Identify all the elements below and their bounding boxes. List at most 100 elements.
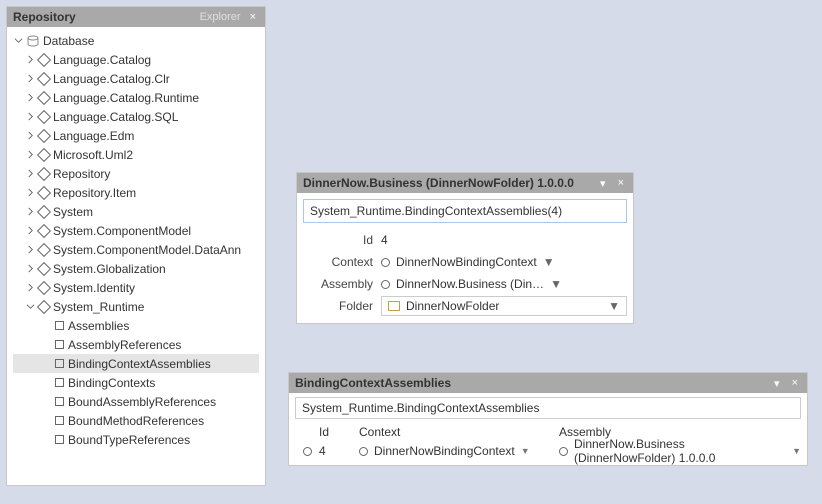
chevron-right-icon[interactable] bbox=[25, 283, 35, 292]
assembly-dropdown[interactable]: DinnerNow.Business (Din… ▼ bbox=[381, 277, 627, 291]
tree-node-label: System.Identity bbox=[53, 281, 135, 295]
list-row[interactable]: 4 DinnerNowBindingContext▼ DinnerNow.Bus… bbox=[295, 441, 801, 461]
id-value: 4 bbox=[381, 233, 388, 247]
database-icon bbox=[27, 35, 39, 47]
detail-header: DinnerNow.Business (DinnerNowFolder) 1.0… bbox=[297, 173, 633, 193]
square-icon bbox=[55, 359, 64, 368]
tree-node-label: Language.Catalog.SQL bbox=[53, 110, 178, 124]
tree-node-label: Language.Catalog.Clr bbox=[53, 72, 170, 86]
tree-child[interactable]: BoundMethodReferences bbox=[13, 411, 259, 430]
square-icon bbox=[55, 340, 64, 349]
tree-node[interactable]: Language.Catalog.SQL bbox=[13, 107, 259, 126]
field-id: Id 4 bbox=[303, 229, 627, 251]
tree-child-label: BindingContexts bbox=[68, 376, 155, 390]
chevron-right-icon[interactable] bbox=[25, 226, 35, 235]
chevron-down-icon[interactable] bbox=[13, 36, 23, 45]
context-label: Context bbox=[303, 255, 373, 269]
diamond-icon bbox=[37, 299, 51, 313]
chevron-right-icon[interactable] bbox=[25, 55, 35, 64]
diamond-icon bbox=[37, 166, 51, 180]
chevron-right-icon[interactable] bbox=[25, 169, 35, 178]
row-assembly: DinnerNow.Business (DinnerNowFolder) 1.0… bbox=[574, 437, 786, 465]
circle-icon bbox=[381, 280, 390, 289]
tree-node-label: Language.Edm bbox=[53, 129, 134, 143]
assembly-value: DinnerNow.Business (Din… bbox=[396, 277, 544, 291]
folder-value: DinnerNowFolder bbox=[406, 299, 602, 313]
repository-aux: Explorer bbox=[200, 11, 241, 23]
tree-node-expanded[interactable]: System_Runtime bbox=[13, 297, 259, 316]
row-context: DinnerNowBindingContext bbox=[374, 444, 515, 458]
repository-panel: Repository Explorer × Database Language.… bbox=[6, 6, 266, 486]
context-dropdown[interactable]: DinnerNowBindingContext ▼ bbox=[381, 255, 627, 269]
square-icon bbox=[55, 321, 64, 330]
chevron-right-icon[interactable] bbox=[25, 264, 35, 273]
diamond-icon bbox=[37, 147, 51, 161]
close-icon[interactable]: × bbox=[247, 11, 259, 23]
tree-child[interactable]: AssemblyReferences bbox=[13, 335, 259, 354]
tree-root-label: Database bbox=[43, 34, 94, 48]
tree-node[interactable]: Language.Catalog.Runtime bbox=[13, 88, 259, 107]
chevron-down-icon[interactable] bbox=[25, 302, 35, 311]
tree-node[interactable]: Language.Edm bbox=[13, 126, 259, 145]
chevron-right-icon[interactable] bbox=[25, 74, 35, 83]
repository-header: Repository Explorer × bbox=[7, 7, 265, 27]
tree-node[interactable]: System.ComponentModel.DataAnn bbox=[13, 240, 259, 259]
chevron-down-icon: ▼ bbox=[521, 446, 530, 456]
square-icon bbox=[55, 397, 64, 406]
tree-node[interactable]: System.ComponentModel bbox=[13, 221, 259, 240]
folder-label: Folder bbox=[303, 299, 373, 313]
tree-node[interactable]: System bbox=[13, 202, 259, 221]
tree-child[interactable]: BindingContextAssemblies bbox=[13, 354, 259, 373]
chevron-right-icon[interactable] bbox=[25, 131, 35, 140]
tree-node[interactable]: Language.Catalog bbox=[13, 50, 259, 69]
diamond-icon bbox=[37, 52, 51, 66]
tree-node-label: Microsoft.Uml2 bbox=[53, 148, 133, 162]
tree-node-label: System.ComponentModel bbox=[53, 224, 191, 238]
tree-child-label: BindingContextAssemblies bbox=[68, 357, 211, 371]
chevron-right-icon[interactable] bbox=[25, 245, 35, 254]
tree-node[interactable]: Repository bbox=[13, 164, 259, 183]
tree-node[interactable]: System.Globalization bbox=[13, 259, 259, 278]
tree-node-label: Language.Catalog bbox=[53, 53, 151, 67]
tree-child[interactable]: BoundTypeReferences bbox=[13, 430, 259, 449]
field-context: Context DinnerNowBindingContext ▼ bbox=[303, 251, 627, 273]
tree-node[interactable]: Microsoft.Uml2 bbox=[13, 145, 259, 164]
tree-node[interactable]: Repository.Item bbox=[13, 183, 259, 202]
chevron-right-icon[interactable] bbox=[25, 93, 35, 102]
tree-node[interactable]: System.Identity bbox=[13, 278, 259, 297]
tree-child[interactable]: BindingContexts bbox=[13, 373, 259, 392]
col-id: Id bbox=[319, 425, 359, 439]
list-title: BindingContextAssemblies bbox=[295, 376, 765, 390]
pin-icon[interactable]: ▾ bbox=[597, 177, 609, 190]
chevron-down-icon: ▼ bbox=[550, 277, 562, 291]
tree-node-label: System.ComponentModel.DataAnn bbox=[53, 243, 241, 257]
chevron-down-icon: ▼ bbox=[608, 299, 620, 313]
close-icon[interactable]: × bbox=[789, 377, 801, 389]
diamond-icon bbox=[37, 71, 51, 85]
tree-node-label: System.Globalization bbox=[53, 262, 166, 276]
tree-node[interactable]: Language.Catalog.Clr bbox=[13, 69, 259, 88]
chevron-right-icon[interactable] bbox=[25, 112, 35, 121]
folder-icon bbox=[388, 301, 400, 311]
tree-child[interactable]: BoundAssemblyReferences bbox=[13, 392, 259, 411]
tree-node-label: Repository.Item bbox=[53, 186, 136, 200]
id-label: Id bbox=[303, 233, 373, 247]
chevron-right-icon[interactable] bbox=[25, 207, 35, 216]
close-icon[interactable]: × bbox=[615, 177, 627, 189]
assembly-label: Assembly bbox=[303, 277, 373, 291]
circle-icon bbox=[559, 447, 568, 456]
list-panel: BindingContextAssemblies ▾ × System_Runt… bbox=[288, 372, 808, 466]
tree-node-label: System bbox=[53, 205, 93, 219]
pin-icon[interactable]: ▾ bbox=[771, 377, 783, 390]
chevron-right-icon[interactable] bbox=[25, 150, 35, 159]
circle-icon bbox=[303, 447, 312, 456]
tree-child[interactable]: Assemblies bbox=[13, 316, 259, 335]
tree-root[interactable]: Database bbox=[13, 31, 259, 50]
diamond-icon bbox=[37, 204, 51, 218]
circle-icon bbox=[359, 447, 368, 456]
chevron-right-icon[interactable] bbox=[25, 188, 35, 197]
diamond-icon bbox=[37, 280, 51, 294]
diamond-icon bbox=[37, 90, 51, 104]
folder-dropdown[interactable]: DinnerNowFolder ▼ bbox=[381, 296, 627, 316]
square-icon bbox=[55, 378, 64, 387]
